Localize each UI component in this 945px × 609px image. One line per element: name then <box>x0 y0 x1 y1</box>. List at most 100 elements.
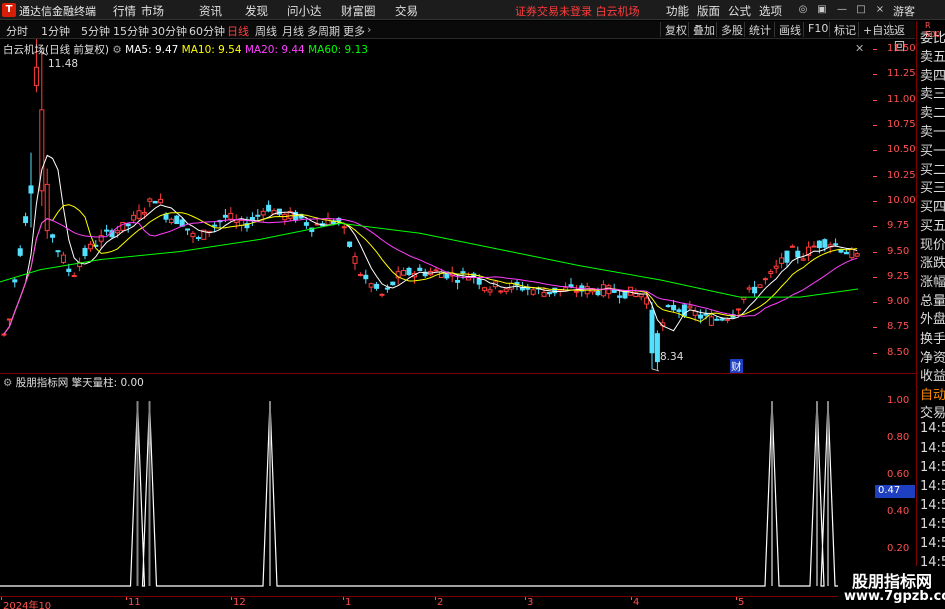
date-tick-mark <box>631 597 632 600</box>
candle-body <box>795 250 801 258</box>
tab-30min[interactable]: 30分钟 <box>151 23 187 39</box>
candle-body <box>617 295 623 298</box>
candle-body <box>125 223 131 227</box>
candle-body <box>822 239 828 248</box>
date-tick-label: 4 <box>633 597 640 608</box>
close-icon[interactable]: × <box>874 4 886 16</box>
candle-body <box>455 279 461 283</box>
candle-body <box>417 267 423 271</box>
candle-body <box>606 285 612 295</box>
menu-quotes[interactable]: 行情 <box>113 3 136 19</box>
tab-1min[interactable]: 1分钟 <box>41 23 70 39</box>
stats-button[interactable]: 统计 <box>744 22 771 37</box>
menu-formula[interactable]: 公式 <box>728 3 751 19</box>
overlay-button[interactable]: 叠加 <box>688 22 715 37</box>
price-tick-mark <box>873 74 877 76</box>
adjust-button[interactable]: 复权 <box>660 22 687 37</box>
candle-body <box>141 212 147 215</box>
date-tick-mark <box>736 597 737 600</box>
tab-more[interactable]: 更多 <box>343 23 365 39</box>
app-title: 通达信金融终端 <box>19 5 96 18</box>
multi-stock-button[interactable]: 多股 <box>716 22 743 37</box>
r500-badge[interactable]: R 500 <box>925 21 940 39</box>
quote-panel-item[interactable]: 14:56 <box>920 421 945 436</box>
candle-body <box>460 271 466 274</box>
price-tick-mark <box>873 302 877 304</box>
draw-button[interactable]: 画线 <box>774 22 801 37</box>
mark-button[interactable]: 标记 <box>829 22 856 37</box>
indicator-chart[interactable]: ⚙ 股朋指标网 擎天量柱: 0.00 <box>0 374 873 596</box>
f10-button[interactable]: F10 <box>803 22 828 37</box>
candle-body <box>654 333 660 363</box>
guest-label[interactable]: 游客 <box>893 3 915 19</box>
quote-panel-item[interactable]: 交易 <box>920 402 945 421</box>
quote-panel-item[interactable]: 14:56 <box>920 441 945 456</box>
quote-panel-item: 总量 <box>920 294 945 309</box>
maximize-icon[interactable]: □ <box>855 4 867 16</box>
sub-legend: ⚙ 股朋指标网 擎天量柱: 0.00 <box>3 375 144 390</box>
candle-body <box>719 318 725 321</box>
candle-body <box>341 226 347 229</box>
candle-body <box>692 310 698 316</box>
quote-panel-item[interactable]: 14:56 <box>920 498 945 513</box>
indicator-svg <box>0 401 873 587</box>
candle-body <box>406 267 412 276</box>
menu-function[interactable]: 功能 <box>666 3 689 19</box>
menu-layout[interactable]: 版面 <box>697 3 720 19</box>
quote-panel-item[interactable]: 14:56 <box>920 460 945 475</box>
candle-body <box>255 214 261 217</box>
candle-body <box>703 313 709 316</box>
more-arrow-icon[interactable]: › <box>367 23 371 36</box>
candle-body <box>789 245 795 248</box>
tab-weekly[interactable]: 周线 <box>255 23 277 39</box>
candle-body <box>568 284 574 288</box>
support-icon[interactable]: ◎ <box>797 4 809 16</box>
menu-ask-xiaoda[interactable]: 问小达 <box>287 3 322 19</box>
candle-body <box>50 234 56 238</box>
minimize-icon[interactable]: — <box>836 4 848 16</box>
price-tick-label: 9.50 <box>887 245 910 257</box>
chart-close-icon[interactable]: ✕ <box>855 42 864 55</box>
candle-body <box>714 318 720 321</box>
candle-body <box>276 208 282 215</box>
menu-news[interactable]: 资讯 <box>199 3 222 19</box>
indicator-axis-highlight: 0.47 <box>875 485 915 498</box>
menu-options[interactable]: 选项 <box>759 3 782 19</box>
tab-15min[interactable]: 15分钟 <box>113 23 149 39</box>
date-axis: 2024年10 11 12 1 2 3 4 5 <box>0 596 873 609</box>
tab-60min[interactable]: 60分钟 <box>189 23 225 39</box>
tab-5min[interactable]: 5分钟 <box>81 23 110 39</box>
finance-badge[interactable]: 财 <box>730 359 743 374</box>
menu-market[interactable]: 市场 <box>141 3 164 19</box>
date-tick-label: 2 <box>437 597 444 608</box>
quote-panel-item: 收益 <box>920 369 945 384</box>
tab-intraday[interactable]: 分时 <box>6 23 28 39</box>
candlestick-chart[interactable]: 白云机场(日线 前复权) ⚙ MA5: 9.47 MA10: 9.54 MA20… <box>0 33 873 374</box>
settings-icon[interactable]: ▣ <box>816 4 828 16</box>
menu-wealth-circle[interactable]: 财富圈 <box>341 3 376 19</box>
price-tick-label: 10.25 <box>887 169 916 181</box>
menu-trade[interactable]: 交易 <box>395 3 418 19</box>
watermark-line2: www.7gpzb.com <box>844 589 945 604</box>
quote-panel-item[interactable]: 14:56 <box>920 517 945 532</box>
candle-body <box>665 305 671 308</box>
quote-panel-item[interactable]: 自动 <box>920 384 945 403</box>
tab-multi-period[interactable]: 多周期 <box>307 23 340 39</box>
indicator-axis: 0.47 1.00 0.80 0.60 0.40 0.20 <box>873 374 915 596</box>
price-tick-label: 9.25 <box>887 270 910 282</box>
menu-discover[interactable]: 发现 <box>245 3 268 19</box>
candle-body <box>384 287 390 290</box>
tab-daily[interactable]: 日线 <box>227 23 249 39</box>
main-chart-title: 白云机场(日线 前复权) <box>3 44 110 56</box>
legend-gear-icon[interactable]: ⚙ <box>112 44 125 56</box>
candle-body <box>530 289 536 295</box>
back-button[interactable]: 返回 <box>889 22 915 53</box>
tab-monthly[interactable]: 月线 <box>282 23 304 39</box>
price-tick-mark <box>873 150 877 152</box>
sub-gear-icon[interactable]: ⚙ <box>3 377 16 389</box>
login-notice[interactable]: 证券交易未登录 白云机场 <box>515 3 640 19</box>
quote-panel-item[interactable]: 14:56 <box>920 479 945 494</box>
candle-body <box>541 291 547 297</box>
candle-body <box>401 269 407 276</box>
quote-panel-item[interactable]: 14:56 <box>920 536 945 551</box>
